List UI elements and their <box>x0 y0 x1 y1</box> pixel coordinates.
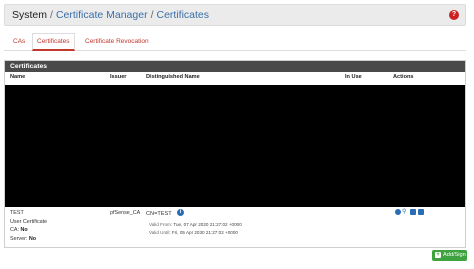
add-sign-button[interactable]: + Add/Sign <box>432 250 467 261</box>
key-action-icon[interactable]: ⚲ <box>402 209 410 215</box>
server-value: No <box>28 235 37 242</box>
delete-action-icon[interactable] <box>418 209 424 215</box>
export-action-icon[interactable] <box>410 209 416 215</box>
column-header-issuer: Issuer <box>110 74 127 80</box>
cert-issuer: pfSense_CA <box>110 210 141 216</box>
cert-name-cell: TEST User Certificate CA: No Server: No <box>10 209 47 243</box>
valid-until: Fri, 05 Apr 2030 21:27:02 +0000 <box>171 230 238 235</box>
cert-type: User Certificate <box>10 218 48 225</box>
tab-bar: CAs Certificates Certificate Revocation <box>4 33 466 51</box>
breadcrumb-separator: / <box>150 9 154 21</box>
breadcrumb-certificate-manager[interactable]: Certificate Manager <box>56 9 148 21</box>
tab-certificates[interactable]: Certificates <box>32 33 75 51</box>
valid-from: Tue, 07 Apr 2020 21:27:02 +0000 <box>173 222 242 227</box>
help-icon[interactable]: ? <box>449 10 459 20</box>
ca-label: CA: <box>10 227 19 234</box>
info-icon[interactable]: i <box>177 209 184 216</box>
info-action-icon[interactable] <box>395 209 401 215</box>
server-label: Server: <box>10 235 28 242</box>
add-sign-label: Add/Sign <box>443 252 466 258</box>
tab-cas[interactable]: CAs <box>9 33 29 51</box>
cert-validity: Valid From: Tue, 07 Apr 2020 21:27:02 +0… <box>149 221 242 237</box>
column-header-actions: Actions <box>393 74 414 80</box>
cert-name: TEST <box>10 210 24 216</box>
breadcrumb-system: System <box>12 9 48 21</box>
cert-dn: CN=TEST <box>146 211 172 217</box>
column-header-in-use: In Use <box>345 74 362 80</box>
valid-until-label: Valid Until: <box>149 230 171 235</box>
breadcrumb: System / Certificate Manager / Certificates <box>12 9 209 21</box>
certificates-panel: Certificates Name Issuer Distinguished N… <box>4 60 466 248</box>
page-header: System / Certificate Manager / Certificates … <box>4 4 466 26</box>
ca-value: No <box>20 227 28 234</box>
panel-title: Certificates <box>5 61 465 72</box>
tab-certificate-revocation[interactable]: Certificate Revocation <box>81 33 153 51</box>
column-header-name: Name <box>10 74 26 80</box>
valid-from-label: Valid From: <box>149 222 173 227</box>
redacted-area <box>5 85 465 207</box>
breadcrumb-certificates[interactable]: Certificates <box>156 9 209 21</box>
breadcrumb-separator: / <box>50 9 53 21</box>
column-header-distinguished-name: Distinguished Name <box>146 74 200 80</box>
plus-icon: + <box>435 252 441 258</box>
